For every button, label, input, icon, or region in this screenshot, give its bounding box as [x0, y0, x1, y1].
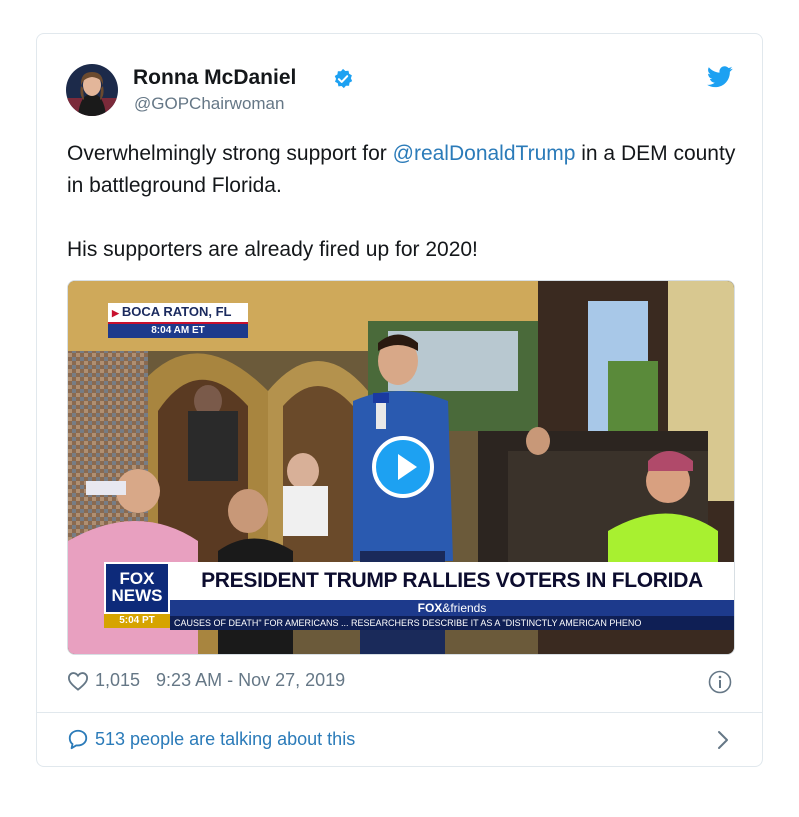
location-graphic: BOCA RATON, FL 8:04 AM ET — [108, 303, 248, 338]
conversation-link[interactable]: 513 people are talking about this — [67, 728, 355, 750]
verified-badge-icon — [334, 68, 353, 89]
news-ticker: CAUSES OF DEATH" FOR AMERICANS ... RESEA… — [170, 616, 734, 630]
avatar[interactable] — [66, 64, 118, 116]
tweet-paragraph-1: Overwhelmingly strong support for @realD… — [67, 138, 747, 202]
mention-link[interactable]: @realDonaldTrump — [393, 142, 576, 165]
play-icon[interactable] — [372, 436, 434, 498]
like-count[interactable]: 1,015 — [95, 670, 140, 691]
location-label: BOCA RATON, FL — [108, 303, 248, 324]
show-name: &friends — [442, 601, 487, 615]
divider — [37, 712, 762, 713]
tweet-text: Overwhelmingly strong support for @realD… — [67, 138, 747, 266]
chat-bubble-icon — [68, 729, 88, 750]
network-time: 5:04 PT — [104, 614, 170, 628]
author-name[interactable]: Ronna McDaniel — [133, 66, 296, 90]
author-handle[interactable]: @GOPChairwoman — [134, 94, 284, 114]
chevron-right-icon[interactable] — [717, 730, 729, 750]
heart-icon[interactable] — [67, 671, 89, 691]
show-bar: FOX&friends — [170, 600, 734, 616]
tweet-meta: 1,015 9:23 AM - Nov 27, 2019 — [67, 670, 345, 691]
tweet-text-part: Overwhelmingly strong support for — [67, 142, 393, 165]
location-time: 8:04 AM ET — [108, 324, 248, 338]
network-logo-bottom: NEWS — [111, 586, 163, 605]
timestamp[interactable]: 9:23 AM - Nov 27, 2019 — [156, 670, 345, 691]
network-logo: FOX NEWS — [104, 562, 170, 614]
show-fox: FOX — [417, 601, 443, 615]
video-player[interactable]: BOCA RATON, FL 8:04 AM ET FOX NEWS 5:04 … — [67, 280, 735, 655]
tweet-paragraph-2: His supporters are already fired up for … — [67, 238, 478, 261]
headline: PRESIDENT TRUMP RALLIES VOTERS IN FLORID… — [170, 562, 734, 600]
tweet-card: Ronna McDaniel @GOPChairwoman Overwhelmi… — [36, 33, 763, 767]
info-icon[interactable] — [708, 670, 732, 694]
talking-count[interactable]: 513 people are talking about this — [95, 729, 355, 750]
twitter-bird-icon[interactable] — [707, 66, 733, 88]
lower-third: FOX NEWS 5:04 PT PRESIDENT TRUMP RALLIES… — [104, 562, 734, 632]
